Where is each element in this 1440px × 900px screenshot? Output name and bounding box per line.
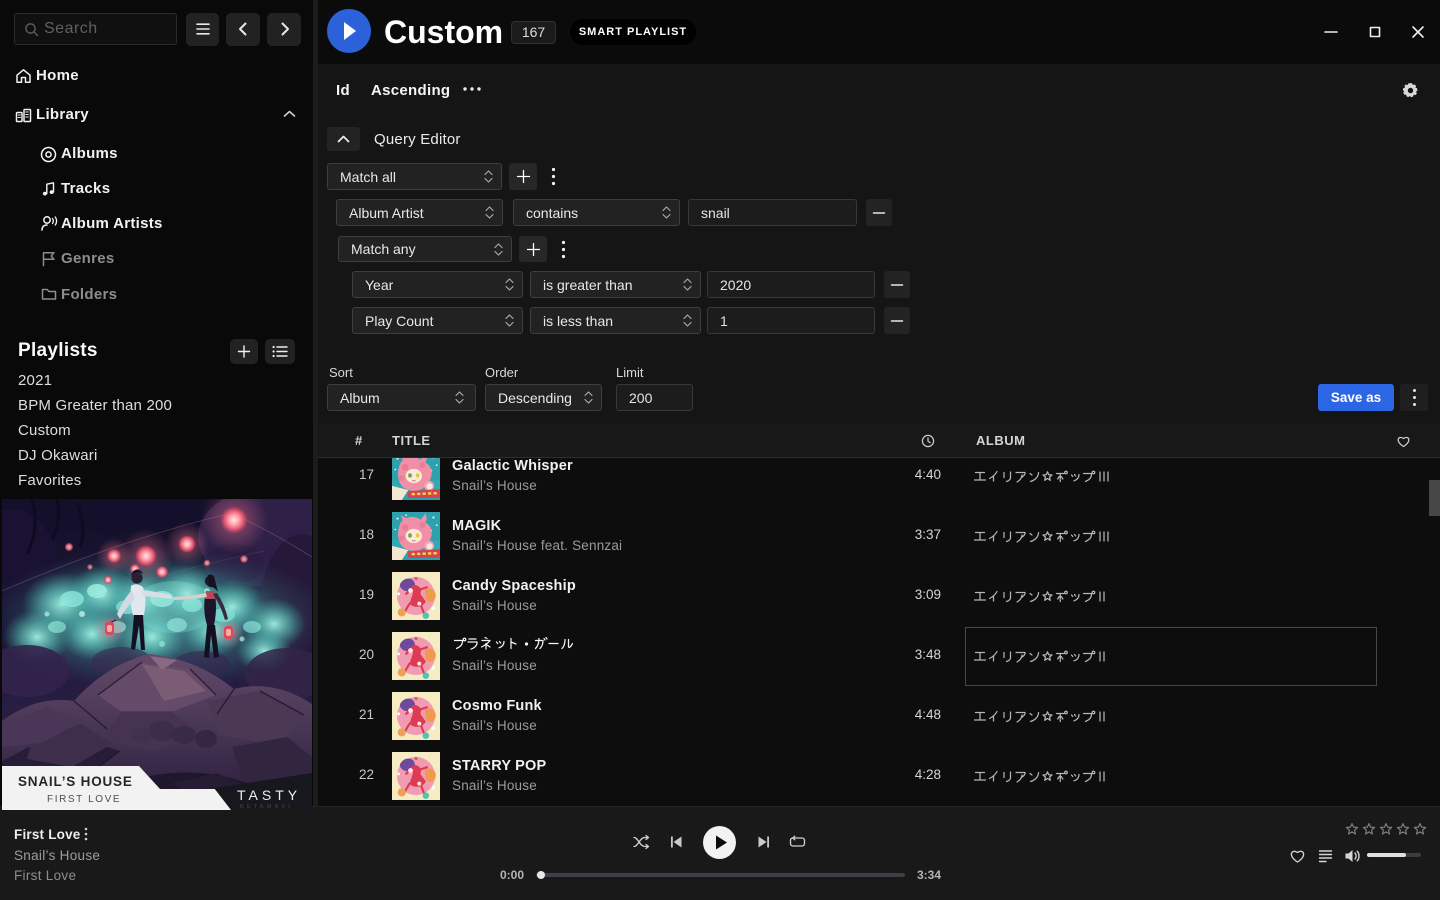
svg-text:BETAMAXI: BETAMAXI bbox=[240, 804, 293, 810]
svg-text:TASTY: TASTY bbox=[237, 787, 301, 803]
svg-text:SNAIL’S HOUSE: SNAIL’S HOUSE bbox=[18, 774, 133, 789]
svg-text:FIRST LOVE: FIRST LOVE bbox=[47, 794, 121, 805]
